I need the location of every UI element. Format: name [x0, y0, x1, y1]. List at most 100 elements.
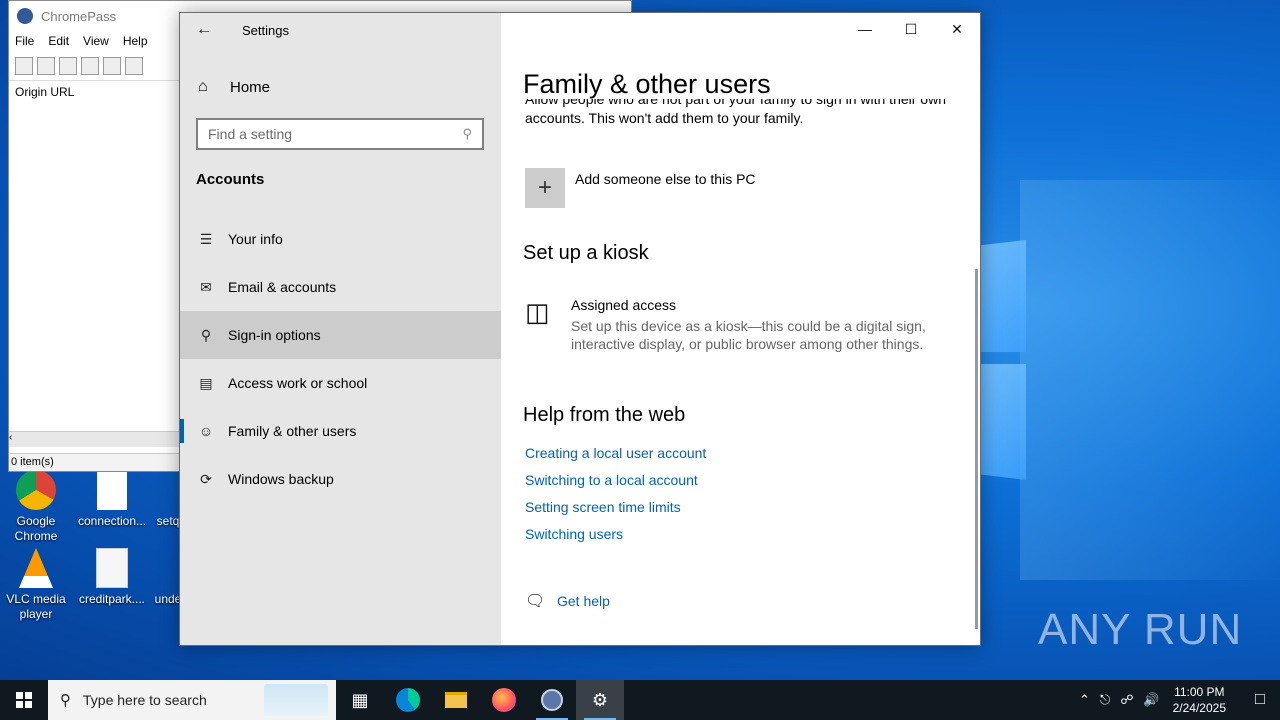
- nav-label: Access work or school: [228, 375, 368, 391]
- nav-label: Your info: [228, 231, 283, 247]
- desktop-icon-label: VLC media player: [6, 592, 66, 621]
- menu-file[interactable]: File: [9, 34, 42, 48]
- firefox-icon[interactable]: [480, 680, 528, 720]
- find-icon[interactable]: [103, 56, 121, 75]
- assigned-access-item[interactable]: ◫ Assigned access Set up this device as …: [525, 297, 941, 353]
- properties-icon[interactable]: [81, 56, 99, 75]
- nav-sign-in-options[interactable]: ⚲ Sign-in options: [180, 311, 501, 359]
- get-help-row[interactable]: 🗨 Get help: [525, 591, 610, 611]
- edge-icon[interactable]: [384, 680, 432, 720]
- get-help-link[interactable]: Get help: [557, 593, 610, 609]
- link-switch-local-account[interactable]: Switching to a local account: [525, 470, 706, 497]
- vlc-icon: [19, 548, 53, 588]
- copy-icon[interactable]: [59, 56, 77, 75]
- volume-icon[interactable]: 🔊: [1143, 692, 1159, 708]
- notification-icon[interactable]: □: [1240, 691, 1280, 709]
- settings-content-pane: — ☐ ✕ Family & other users Allow people …: [501, 13, 980, 645]
- horizontal-scrollbar[interactable]: ‹: [9, 431, 184, 447]
- help-links: Creating a local user account Switching …: [525, 443, 706, 551]
- section-accounts: Accounts: [196, 171, 265, 188]
- clock[interactable]: 11:00 PM 2/24/2025: [1173, 684, 1226, 716]
- window-title: Settings: [242, 22, 289, 38]
- add-someone-label: Add someone else to this PC: [575, 171, 756, 187]
- desktop-icon-label: Google Chrome: [14, 514, 58, 543]
- desktop-icon-creditpark[interactable]: creditpark....: [76, 548, 148, 607]
- sync-icon: ⟳: [200, 470, 212, 487]
- nav-label: Sign-in options: [228, 327, 321, 343]
- assigned-access-desc: Set up this device as a kiosk—this could…: [571, 318, 926, 352]
- exit-icon[interactable]: [125, 56, 143, 75]
- chevron-up-icon[interactable]: ⌃: [1079, 692, 1090, 708]
- content-scrollbar[interactable]: [975, 269, 978, 629]
- search-icon: ⚲: [462, 126, 472, 141]
- nav-family-other-users[interactable]: ☺ Family & other users: [180, 407, 501, 455]
- description-line: accounts. This won't add them to your fa…: [525, 110, 804, 126]
- family-description: Allow people who are not part of your fa…: [525, 99, 965, 128]
- nav-home-label: Home: [230, 78, 271, 96]
- search-highlight-image: [264, 684, 328, 716]
- page-title: Family & other users: [523, 69, 771, 99]
- device-icon[interactable]: ⎋: [1100, 692, 1110, 708]
- save-icon[interactable]: [15, 56, 33, 75]
- chat-help-icon: 🗨: [525, 593, 546, 610]
- start-button[interactable]: [0, 680, 48, 720]
- desktop-icon-label: setq: [156, 514, 180, 528]
- add-someone-button[interactable]: + Add someone else to this PC: [525, 168, 756, 208]
- home-icon: ⌂: [198, 78, 208, 95]
- nav-label: Email & accounts: [228, 279, 337, 295]
- link-screen-time-limits[interactable]: Setting screen time limits: [525, 497, 706, 524]
- chrome-icon: [16, 470, 56, 510]
- maximize-icon[interactable]: ☐: [888, 13, 934, 45]
- nav-access-work-school[interactable]: ▤ Access work or school: [180, 359, 501, 407]
- task-view-icon[interactable]: ▦: [336, 680, 384, 720]
- menu-help[interactable]: Help: [117, 34, 156, 48]
- close-icon[interactable]: ✕: [934, 13, 980, 45]
- anyrun-watermark: ANY RUN: [1038, 605, 1243, 654]
- find-setting-search[interactable]: ⚲: [196, 118, 484, 150]
- window-controls: — ☐ ✕: [842, 13, 980, 45]
- key-icon: ⚲: [200, 326, 212, 343]
- wallpaper-beam: [1020, 180, 1280, 580]
- file-icon: [97, 470, 127, 510]
- file-explorer-icon[interactable]: [432, 680, 480, 720]
- settings-window[interactable]: ← Settings ⌂ Home ⚲ Accounts ☰ Your info…: [179, 12, 981, 646]
- chromepass-title: ChromePass: [41, 8, 117, 24]
- link-switching-users[interactable]: Switching users: [525, 524, 706, 551]
- system-tray: ⌃ ⎋ ☍ 🔊 11:00 PM 2/24/2025 □: [1074, 680, 1280, 720]
- nav-email-accounts[interactable]: ✉ Email & accounts: [180, 263, 501, 311]
- taskbar-search[interactable]: ⚲ Type here to search: [48, 680, 336, 720]
- clock-time: 11:00 PM: [1174, 685, 1225, 699]
- taskbar: ⚲ Type here to search ▦ ⚙ ⌃ ⎋ ☍ 🔊 11:00 …: [0, 680, 1280, 720]
- settings-taskbar-icon[interactable]: ⚙: [576, 680, 624, 720]
- person-card-icon: ☰: [199, 230, 213, 247]
- chromepass-taskbar-icon[interactable]: [528, 680, 576, 720]
- back-arrow-icon[interactable]: ←: [180, 13, 228, 47]
- menu-edit[interactable]: Edit: [42, 34, 77, 48]
- desktop-icon-google-chrome[interactable]: Google Chrome: [0, 470, 72, 544]
- minimize-icon[interactable]: —: [842, 13, 888, 45]
- menu-view[interactable]: View: [77, 34, 117, 48]
- settings-titlebar[interactable]: ← Settings: [180, 13, 501, 47]
- nav-home[interactable]: ⌂ Home: [180, 69, 501, 105]
- link-create-local-account[interactable]: Creating a local user account: [525, 443, 706, 470]
- help-heading: Help from the web: [523, 404, 686, 426]
- desktop-icon-connection[interactable]: connection...: [76, 470, 148, 529]
- search-icon: ⚲: [60, 692, 71, 709]
- nav-your-info[interactable]: ☰ Your info: [180, 215, 501, 263]
- kiosk-icon: ◫: [525, 297, 550, 327]
- briefcase-icon: ▤: [199, 374, 213, 391]
- chromepass-app-icon: [17, 8, 33, 24]
- accounts-nav: ☰ Your info ✉ Email & accounts ⚲ Sign-in…: [180, 215, 501, 503]
- desktop-icon-label: connection...: [77, 514, 147, 528]
- refresh-icon[interactable]: [37, 56, 55, 75]
- status-bar: 0 item(s): [9, 453, 184, 471]
- nav-windows-backup[interactable]: ⟳ Windows backup: [180, 455, 501, 503]
- desktop-icon-vlc[interactable]: VLC media player: [0, 548, 72, 622]
- nav-label: Family & other users: [228, 423, 357, 439]
- person-icon: ☺: [198, 423, 214, 439]
- search-input[interactable]: [208, 126, 463, 142]
- network-icon[interactable]: ☍: [1120, 692, 1133, 708]
- image-file-icon: [96, 548, 128, 588]
- clock-date: 2/24/2025: [1172, 701, 1226, 715]
- settings-nav-pane: ← Settings ⌂ Home ⚲ Accounts ☰ Your info…: [180, 13, 501, 645]
